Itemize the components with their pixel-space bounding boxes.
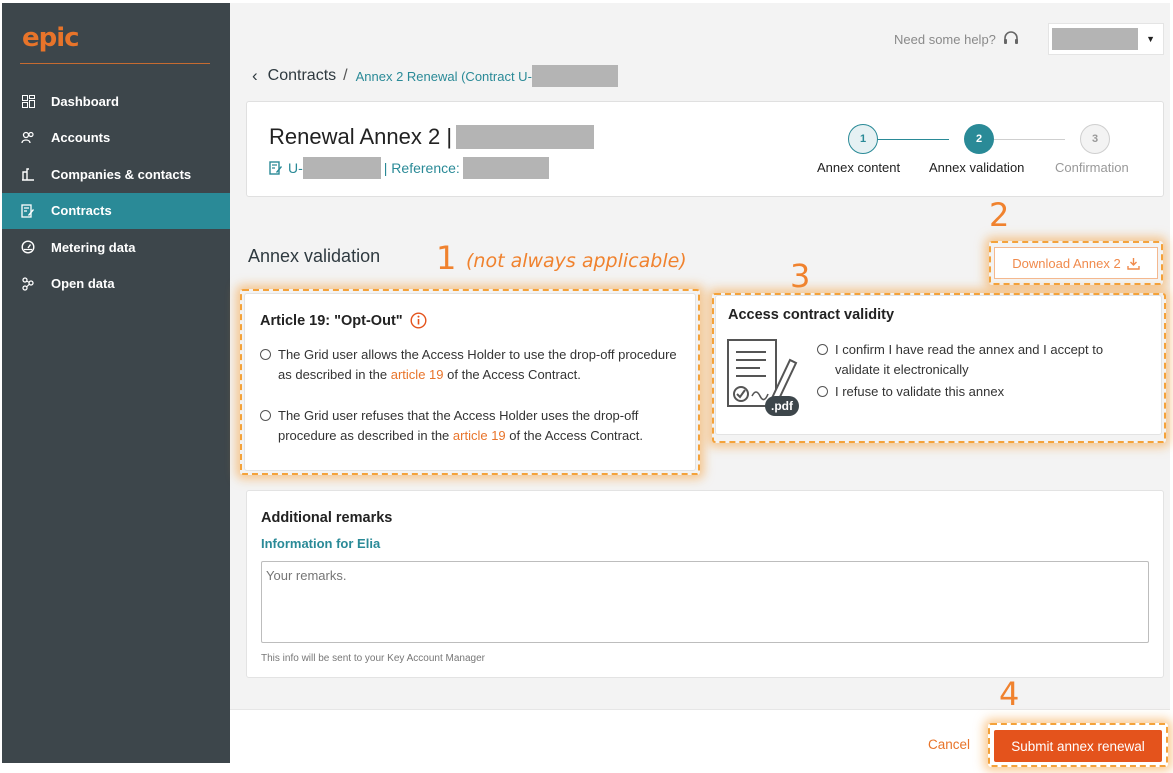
breadcrumb-current: Annex 2 Renewal (Contract U- (355, 68, 532, 84)
annotation-2: 2 (989, 196, 1010, 234)
download-label: Download Annex 2 (1012, 255, 1121, 271)
redacted-username (1052, 28, 1139, 50)
logo-divider (20, 63, 210, 64)
article19-title: Article 19: "Opt-Out" (260, 312, 427, 329)
pdf-badge: .pdf (765, 396, 799, 416)
redacted-contract-id (531, 65, 618, 87)
remarks-note: This info will be sent to your Key Accou… (261, 653, 486, 664)
annotation-4: 4 (999, 675, 1020, 713)
sidebar-item-accounts[interactable]: Accounts (2, 120, 230, 157)
sidebar-item-label: Metering data (51, 239, 136, 255)
validity-card: Access contract validity .pdf I confirm … (715, 295, 1162, 435)
help-link[interactable]: Need some help? (894, 30, 1020, 48)
footer-bar: Cancel Submit annex renewal (230, 709, 1170, 763)
step-number: 2 (975, 133, 983, 145)
dashboard-icon (20, 93, 36, 109)
pdf-document-icon: .pdf (726, 338, 802, 418)
submit-annex-button[interactable]: Submit annex renewal (994, 730, 1162, 762)
cancel-button[interactable]: Cancel (928, 737, 970, 752)
remarks-title: Additional remarks (261, 510, 393, 526)
option-text: The Grid user allows the Access Holder t… (278, 345, 690, 384)
caret-down-icon: ▼ (1146, 34, 1155, 44)
edit-doc-icon (269, 161, 283, 175)
sidebar-item-open-data[interactable]: Open data (2, 266, 230, 303)
info-icon[interactable] (410, 312, 427, 329)
option-text: I confirm I have read the annex and I ac… (835, 342, 1104, 377)
annotation-1-note: (not always applicable) (466, 250, 687, 272)
remarks-textarea[interactable] (261, 561, 1149, 643)
sidebar-item-companies[interactable]: Companies & contacts (2, 156, 230, 193)
sidebar-item-metering[interactable]: Metering data (2, 229, 230, 266)
redacted-reference (462, 157, 549, 179)
sidebar-item-dashboard[interactable]: Dashboard (2, 83, 230, 120)
users-icon (20, 130, 36, 146)
step-3-circle: 3 (1080, 124, 1110, 154)
sidebar-nav: Dashboard Accounts Companies & contacts … (2, 83, 230, 302)
main-content: Need some help? ▼ ‹ Contracts / Annex 2 … (230, 3, 1170, 767)
sidebar-item-label: Companies & contacts (51, 166, 192, 182)
article19-link[interactable]: article 19 (391, 367, 444, 382)
contract-edit-icon (20, 203, 36, 219)
step-number: 3 (1091, 133, 1099, 145)
download-icon (1127, 257, 1140, 270)
remarks-subtitle: Information for Elia (261, 536, 381, 551)
stepper: 1 2 3 Annex content Annex validation Con… (815, 124, 1155, 184)
step-3-label: Confirmation (1055, 160, 1129, 175)
page-title-text: Renewal Annex 2 | (269, 124, 453, 149)
breadcrumb-separator: / (343, 67, 348, 84)
step-2-circle: 2 (964, 124, 994, 154)
header-card: Renewal Annex 2 | U- | Reference: 1 2 3 … (246, 101, 1164, 197)
radio-refuse-validate[interactable] (817, 386, 828, 397)
page-title: Renewal Annex 2 | (269, 124, 595, 150)
step-number: 1 (859, 133, 867, 145)
option-text: The Grid user refuses that the Access Ho… (278, 406, 690, 445)
radio-refuse[interactable] (260, 410, 271, 421)
validity-title: Access contract validity (728, 307, 895, 323)
annotation-3: 3 (790, 257, 811, 295)
help-text: Need some help? (894, 31, 996, 47)
article19-link[interactable]: article 19 (453, 428, 506, 443)
article19-title-text: Article 19: "Opt-Out" (260, 312, 403, 329)
validity-option-accept[interactable]: I confirm I have read the annex and I ac… (817, 340, 1147, 379)
logo[interactable]: epic (22, 23, 80, 53)
sidebar-item-label: Open data (51, 276, 115, 292)
sidebar-item-contracts[interactable]: Contracts (2, 192, 230, 229)
radio-accept[interactable] (817, 344, 828, 355)
headset-icon (1002, 30, 1020, 48)
ref-prefix: U- (288, 160, 303, 176)
download-annex-button[interactable]: Download Annex 2 (994, 247, 1158, 279)
gauge-icon (20, 239, 36, 255)
user-menu[interactable]: ▼ (1048, 23, 1164, 55)
ref-label: | Reference: (383, 160, 460, 176)
section-title: Annex validation (248, 246, 381, 266)
step-2-label: Annex validation (929, 160, 1025, 175)
chevron-left-icon[interactable]: ‹ (252, 66, 258, 86)
building-icon (20, 166, 36, 182)
article19-option-refuse[interactable]: The Grid user refuses that the Access Ho… (260, 406, 690, 445)
option-text-after: of the Access Contract. (447, 366, 581, 382)
breadcrumb-root[interactable]: Contracts (268, 67, 336, 85)
option-text-after: of the Access Contract. (509, 427, 643, 443)
validity-option-refuse[interactable]: I refuse to validate this annex (817, 382, 1147, 402)
sidebar-item-label: Accounts (51, 130, 111, 146)
step-1-label: Annex content (817, 160, 901, 175)
breadcrumb: ‹ Contracts / Annex 2 Renewal (Contract … (252, 65, 618, 87)
redacted-title (456, 125, 595, 149)
radio-allow[interactable] (260, 349, 271, 360)
sidebar-item-label: Contracts (51, 203, 112, 219)
contract-reference: U- | Reference: (269, 157, 549, 179)
step-1-circle: 1 (848, 124, 878, 154)
article19-option-allow[interactable]: The Grid user allows the Access Holder t… (260, 345, 690, 384)
sidebar-item-label: Dashboard (51, 93, 119, 109)
remarks-card: Additional remarks Information for Elia … (246, 490, 1164, 678)
redacted-ref-id (302, 157, 381, 179)
annotation-1: 1 (436, 239, 457, 277)
network-icon (20, 276, 36, 292)
sidebar: epic Dashboard Accounts Companies & cont… (2, 3, 230, 763)
option-text: I refuse to validate this annex (835, 384, 1005, 399)
article19-card: Article 19: "Opt-Out" The Grid user allo… (244, 293, 696, 471)
